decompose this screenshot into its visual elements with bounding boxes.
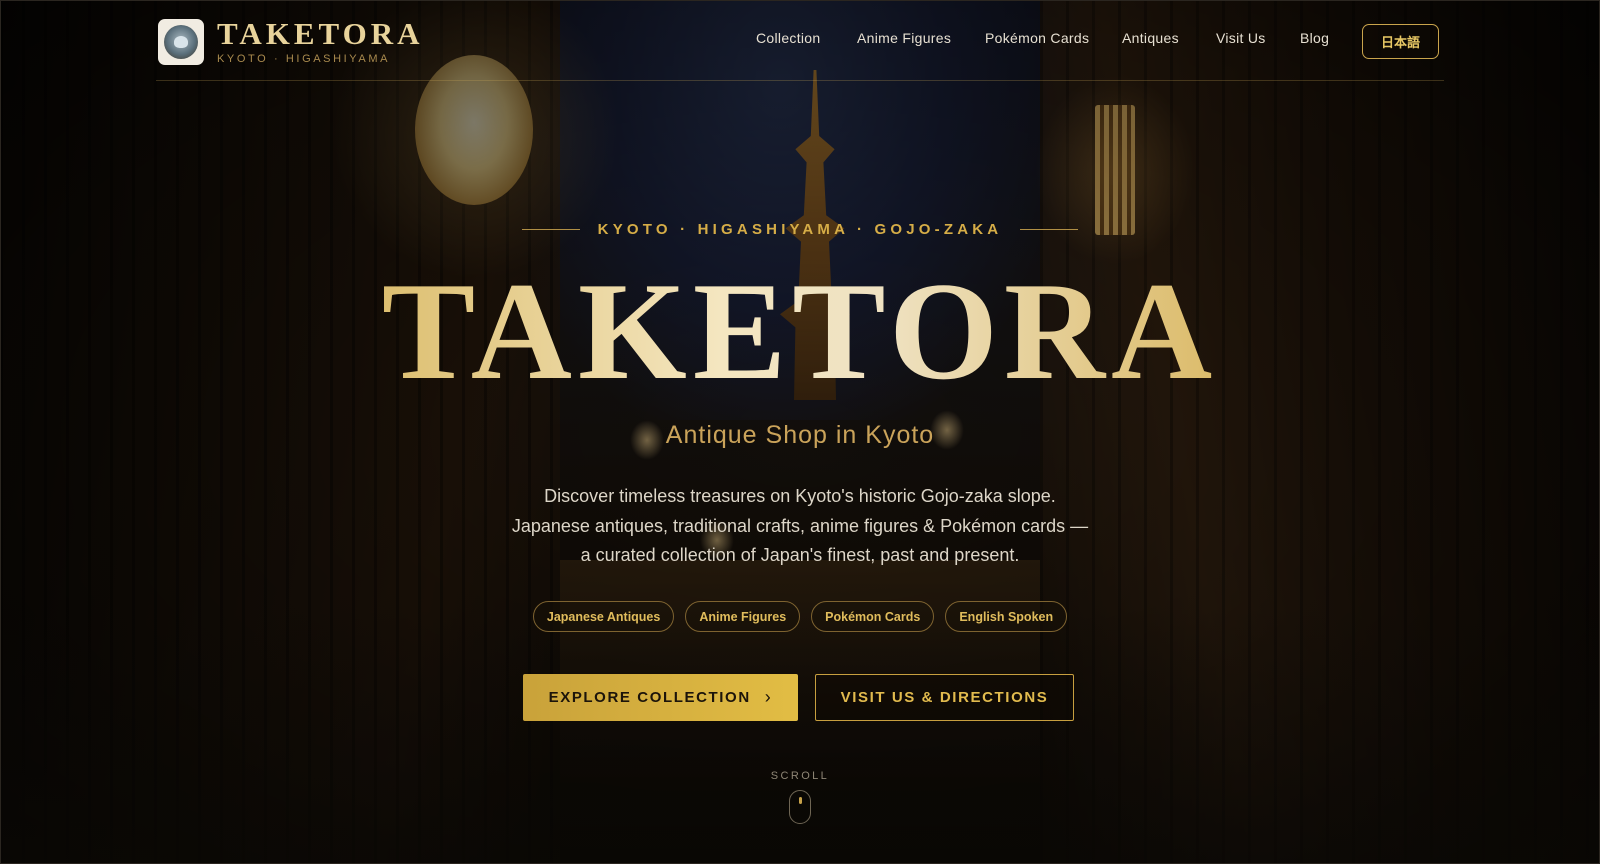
description-line: Japanese antiques, traditional crafts, a… — [511, 515, 1089, 536]
bottom-fade-overlay — [0, 604, 1600, 864]
eyebrow-line-left — [521, 229, 580, 230]
nav-anime-figures[interactable]: Anime Figures — [857, 30, 951, 46]
mouse-scroll-icon — [789, 790, 811, 824]
hero-title: TAKETORA — [0, 262, 1600, 402]
visit-us-directions-button[interactable]: VISIT US & DIRECTIONS — [815, 674, 1074, 721]
tag-english-spoken: English Spoken — [945, 601, 1068, 632]
language-toggle-button[interactable]: 日本語 — [1362, 24, 1439, 59]
visit-us-directions-label: VISIT US & DIRECTIONS — [840, 689, 1049, 706]
nav-pokemon-cards[interactable]: Pokémon Cards — [985, 30, 1089, 46]
explore-collection-button[interactable]: EXPLORE COLLECTION › — [523, 674, 798, 721]
brand-tagline: KYOTO · HIGASHIYAMA — [217, 53, 391, 65]
eyebrow-line-right — [1020, 229, 1079, 230]
header-divider — [156, 80, 1444, 81]
scroll-label: SCROLL — [770, 770, 830, 782]
feature-tags: Japanese Antiques Anime Figures Pokémon … — [0, 601, 1600, 632]
main-nav: Collection Anime Figures Pokémon Cards A… — [0, 30, 1600, 54]
description-line: Discover timeless treasures on Kyoto's h… — [544, 486, 1056, 506]
eyebrow-text: KYOTO · HIGASHIYAMA · GOJO-ZAKA — [597, 221, 1003, 238]
nav-collection[interactable]: Collection — [756, 30, 820, 46]
hero-subtitle: Antique Shop in Kyoto — [665, 421, 935, 449]
nav-blog[interactable]: Blog — [1300, 30, 1329, 46]
chevron-right-icon: › — [764, 687, 773, 707]
explore-collection-label: EXPLORE COLLECTION — [548, 689, 751, 706]
tag-pokemon-cards: Pokémon Cards — [811, 601, 935, 632]
nav-antiques[interactable]: Antiques — [1122, 30, 1179, 46]
nav-visit-us[interactable]: Visit Us — [1216, 30, 1266, 46]
cta-row: EXPLORE COLLECTION › VISIT US & DIRECTIO… — [523, 674, 1074, 721]
tag-anime-figures: Anime Figures — [685, 601, 801, 632]
site-header: TAKETORA KYOTO · HIGASHIYAMA Collection … — [0, 0, 1600, 82]
hero-eyebrow: KYOTO · HIGASHIYAMA · GOJO-ZAKA — [0, 221, 1600, 238]
description-line: a curated collection of Japan's finest, … — [580, 545, 1020, 565]
scroll-indicator[interactable]: SCROLL — [0, 770, 1600, 824]
tag-japanese-antiques: Japanese Antiques — [532, 601, 675, 632]
hero-description: Discover timeless treasures on Kyoto's h… — [0, 482, 1600, 571]
